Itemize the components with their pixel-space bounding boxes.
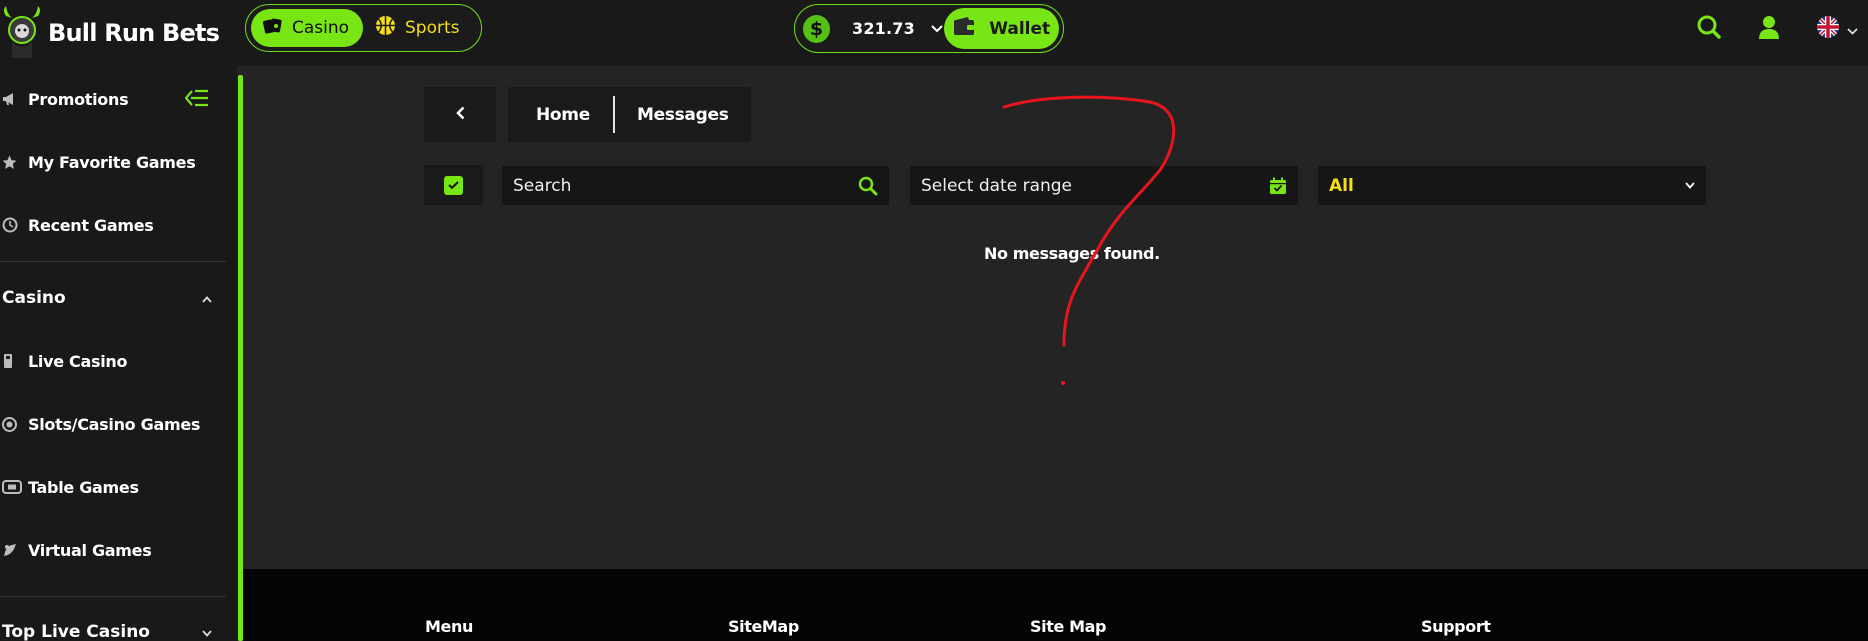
sidebar-item-slots[interactable]: Slots/Casino Games <box>0 404 226 444</box>
dealer-icon <box>0 351 28 371</box>
calendar-icon[interactable] <box>1269 177 1287 195</box>
user-icon[interactable] <box>1758 14 1780 44</box>
message-type-value: All <box>1329 175 1354 196</box>
history-icon <box>0 215 28 235</box>
virtual-icon <box>0 540 28 560</box>
search-icon[interactable] <box>1696 14 1722 44</box>
select-all-toggle[interactable] <box>424 165 483 205</box>
breadcrumb-separator <box>612 96 615 133</box>
footer-heading-support: Support <box>1421 617 1491 636</box>
casino-mode-button[interactable]: Casino <box>251 9 363 47</box>
wallet-icon <box>953 16 975 41</box>
chevron-down-icon <box>202 622 212 641</box>
search-field[interactable] <box>502 166 889 205</box>
date-range-input[interactable] <box>921 175 1269 196</box>
brand-logo[interactable]: Bull Run Bets <box>0 4 220 62</box>
checkbox-checked-icon <box>444 175 463 195</box>
table-icon <box>0 477 28 497</box>
sports-mode-label: Sports <box>405 18 460 38</box>
sidebar-divider <box>0 261 226 262</box>
casino-sports-switch: Casino Sports <box>245 4 482 52</box>
sidebar-item-recent-games[interactable]: Recent Games <box>0 205 226 245</box>
sidebar-item-virtual-games[interactable]: Virtual Games <box>0 530 226 570</box>
message-type-select[interactable]: All <box>1318 166 1706 205</box>
search-input[interactable] <box>513 175 858 196</box>
balance-dropdown-chevron-icon[interactable] <box>929 21 944 37</box>
megaphone-icon <box>0 89 28 109</box>
sidebar-item-label: Live Casino <box>28 351 128 371</box>
sidebar-section-top-live-casino[interactable]: Top Live Casino <box>2 612 212 641</box>
bull-logo-icon <box>0 6 44 60</box>
star-icon <box>0 152 28 172</box>
sidebar-item-live-casino[interactable]: Live Casino <box>0 341 226 381</box>
brand-name: Bull Run Bets <box>48 19 220 47</box>
footer-heading-sitemap: SiteMap <box>728 617 799 636</box>
breadcrumb-current: Messages <box>636 104 729 125</box>
sidebar-divider <box>0 596 226 597</box>
section-title: Top Live Casino <box>2 622 150 641</box>
footer-heading-menu: Menu <box>425 617 473 636</box>
sidebar-item-label: Recent Games <box>28 215 154 235</box>
dollar-icon: $ <box>803 14 830 43</box>
uk-flag-icon <box>1817 16 1839 42</box>
top-bar: Bull Run Bets Casino Sports $ 321.73 Wal… <box>0 0 1868 66</box>
empty-messages-text: No messages found. <box>984 244 1160 263</box>
chevron-left-icon <box>455 105 465 124</box>
balance-amount: 321.73 <box>851 19 915 38</box>
date-range-field[interactable] <box>910 166 1298 205</box>
sidebar-section-casino[interactable]: Casino <box>2 278 212 318</box>
sidebar-item-promotions[interactable]: Promotions <box>0 79 226 119</box>
sidebar-item-label: Virtual Games <box>28 540 152 560</box>
wallet-label: Wallet <box>989 18 1051 39</box>
footer-heading-site-map: Site Map <box>1030 617 1107 636</box>
sidebar-item-label: Promotions <box>28 89 129 109</box>
search-icon[interactable] <box>858 176 878 196</box>
casino-mode-label: Casino <box>292 18 350 38</box>
chevron-up-icon <box>202 288 212 308</box>
balance-widget: $ 321.73 Wallet <box>794 4 1064 53</box>
sidebar-item-favorite-games[interactable]: My Favorite Games <box>0 142 226 182</box>
back-button[interactable] <box>424 87 496 142</box>
sports-mode-button[interactable]: Sports <box>363 9 472 47</box>
chip-icon <box>0 414 28 434</box>
cards-icon <box>263 17 283 40</box>
sidebar-item-label: Table Games <box>28 477 139 497</box>
chevron-down-icon <box>1685 182 1695 189</box>
chevron-down-icon <box>1847 20 1858 39</box>
section-title: Casino <box>2 288 66 308</box>
language-selector[interactable] <box>1817 16 1858 42</box>
breadcrumb-home[interactable]: Home <box>536 105 590 125</box>
sidebar-item-label: My Favorite Games <box>28 152 196 172</box>
breadcrumb: Home Messages <box>508 87 751 142</box>
sidebar-item-table-games[interactable]: Table Games <box>0 467 226 507</box>
sidebar-item-label: Slots/Casino Games <box>28 414 201 434</box>
basketball-icon <box>375 15 396 41</box>
wallet-button[interactable]: Wallet <box>944 8 1060 49</box>
